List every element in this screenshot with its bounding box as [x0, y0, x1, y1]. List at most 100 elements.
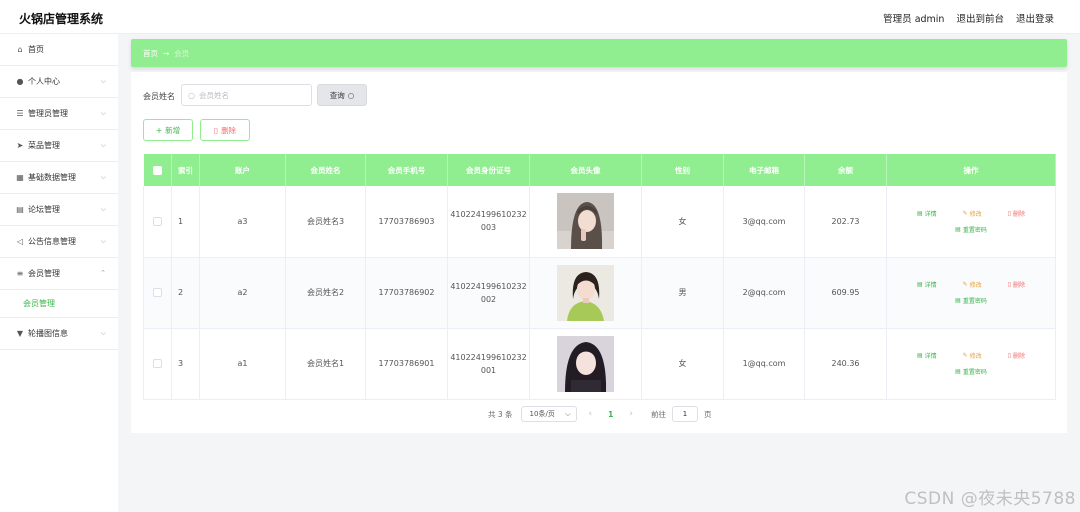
- main-panel: 会员姓名 ○ 会员姓名 查询 ○ + 新增 ▯ 删除 索引 账户 会员姓名 会员…: [131, 72, 1067, 433]
- cell-account: a2: [199, 257, 286, 329]
- cell-index: 2: [171, 257, 200, 329]
- delete-button[interactable]: ▯ 删除: [200, 119, 250, 141]
- breadcrumb-current: 会员: [174, 48, 190, 58]
- sidebar-item-label: 轮播图信息: [28, 329, 68, 338]
- edit-button[interactable]: ✎ 修改: [963, 280, 982, 289]
- member-table: 索引 账户 会员姓名 会员手机号 会员身份证号 会员头像 性别 电子邮箱 余额 …: [143, 154, 1056, 400]
- detail-button[interactable]: ▤ 详情: [917, 280, 937, 289]
- cell-phone: 17703786901: [365, 328, 448, 400]
- logout-link[interactable]: 退出登录: [1016, 11, 1054, 25]
- doc-icon: ▤: [916, 281, 923, 288]
- reset-password-button[interactable]: ▤ 重置密码: [955, 296, 987, 305]
- row-checkbox[interactable]: [153, 359, 162, 368]
- detail-button[interactable]: ▤ 详情: [917, 351, 937, 360]
- cell-phone: 17703786903: [365, 186, 448, 258]
- row-checkbox[interactable]: [153, 216, 162, 226]
- id-number-line: 003: [480, 223, 497, 233]
- cell-account: a1: [199, 328, 286, 400]
- goto-page-input[interactable]: 1: [671, 406, 698, 422]
- reset-label: 重置密码: [962, 226, 987, 234]
- sidebar-item-dishes[interactable]: ➤ 菜品管理 ⌵: [0, 130, 118, 162]
- edit-label: 修改: [969, 282, 982, 289]
- table-header-cell: 电子邮箱: [723, 154, 805, 186]
- next-page-button[interactable]: ›: [623, 409, 639, 419]
- sidebar-item-personal[interactable]: ● 个人中心 ⌵: [0, 66, 118, 98]
- reset-password-button[interactable]: ▤ 重置密码: [955, 225, 987, 234]
- table-header-cell: 会员姓名: [285, 154, 366, 186]
- sidebar-item-carousel[interactable]: ▼ 轮播图信息 ⌵: [0, 318, 118, 350]
- table-header-cell: 余额: [804, 154, 887, 186]
- sidebar-item-members[interactable]: ≡ 会员管理 ⌃: [0, 258, 118, 290]
- cell-account: a3: [199, 186, 286, 258]
- search-icon: ○: [347, 90, 355, 100]
- sidebar: ⌂ 首页 ● 个人中心 ⌵ ☰ 管理员管理 ⌵ ➤ 菜品管理 ⌵ ▦ 基础数据管…: [0, 34, 118, 512]
- prev-page-button[interactable]: ‹: [583, 409, 599, 419]
- edit-button[interactable]: ✎ 修改: [963, 351, 982, 360]
- detail-label: 详情: [924, 353, 937, 360]
- row-delete-button[interactable]: ▯ 删除: [1008, 209, 1025, 218]
- breadcrumb-home[interactable]: 首页: [143, 48, 158, 59]
- pencil-icon: ✎: [962, 352, 968, 359]
- delete-label: 删除: [1013, 282, 1026, 289]
- table-header-row: 索引 账户 会员姓名 会员手机号 会员身份证号 会员头像 性别 电子邮箱 余额 …: [143, 154, 1056, 186]
- delete-label: 删除: [1013, 210, 1026, 218]
- page-number[interactable]: 1: [604, 410, 617, 419]
- cell-balance: 202.73: [804, 186, 887, 258]
- search-input[interactable]: ○ 会员姓名: [181, 84, 312, 106]
- cell-balance: 609.95: [804, 257, 887, 329]
- cell-gender: 女: [641, 186, 724, 258]
- member-avatar[interactable]: [557, 193, 614, 250]
- query-button[interactable]: 查询 ○: [317, 84, 367, 106]
- sidebar-item-label: 菜品管理: [28, 141, 60, 150]
- delete-button-label: 删除: [221, 125, 237, 135]
- select-all-checkbox[interactable]: [152, 165, 162, 175]
- pagination: 共 3 条 10条/页 ⌵ ‹ 1 › 前往 1 页: [488, 406, 711, 422]
- chevron-down-icon: ⌵: [100, 205, 106, 213]
- user-icon: ●: [16, 77, 24, 86]
- table-header-cell: 会员手机号: [365, 154, 448, 186]
- table-header-cell: 性别: [641, 154, 724, 186]
- detail-label: 详情: [924, 282, 937, 289]
- table-row: 3 a1 会员姓名1 17703786901 410224199610232 0…: [143, 328, 1056, 400]
- row-select[interactable]: [143, 186, 172, 258]
- table-header-select[interactable]: [143, 154, 172, 186]
- reset-label: 重置密码: [962, 298, 987, 305]
- add-button[interactable]: + 新增: [143, 119, 193, 141]
- chevron-down-icon: ⌵: [100, 109, 106, 117]
- pencil-icon: ✎: [962, 281, 968, 288]
- table-header-cell: 账户: [199, 154, 286, 186]
- detail-button[interactable]: ▤ 详情: [917, 209, 937, 218]
- sidebar-item-home[interactable]: ⌂ 首页: [0, 34, 118, 66]
- sidebar-item-label: 基础数据管理: [28, 173, 76, 182]
- reset-password-button[interactable]: ▤ 重置密码: [955, 367, 987, 376]
- cell-name: 会员姓名2: [285, 257, 366, 329]
- row-delete-button[interactable]: ▯ 删除: [1008, 280, 1025, 289]
- row-select[interactable]: [143, 257, 172, 329]
- chevron-down-icon: ⌵: [100, 237, 106, 245]
- sidebar-item-label: 首页: [28, 45, 44, 54]
- edit-button[interactable]: ✎ 修改: [963, 209, 982, 218]
- row-select[interactable]: [143, 328, 172, 400]
- cell-index: 1: [171, 186, 200, 258]
- member-avatar[interactable]: [557, 264, 614, 321]
- exit-to-front-link[interactable]: 退出到前台: [956, 11, 1004, 25]
- cell-balance: 240.36: [804, 328, 887, 400]
- sidebar-item-admin[interactable]: ☰ 管理员管理 ⌵: [0, 98, 118, 130]
- row-delete-button[interactable]: ▯ 删除: [1008, 351, 1025, 360]
- cell-ops: ▤ 详情 ✎ 修改 ▯ 删除 ▤ 重置密码: [886, 328, 1056, 400]
- sidebar-subitem-member-manage[interactable]: 会员管理: [0, 290, 118, 318]
- search-placeholder: 会员姓名: [198, 90, 229, 100]
- row-checkbox[interactable]: [153, 288, 162, 297]
- member-avatar[interactable]: [557, 335, 614, 392]
- sidebar-item-forum[interactable]: ▤ 论坛管理 ⌵: [0, 194, 118, 226]
- trash-icon: ▯: [1007, 209, 1012, 217]
- cell-gender: 女: [641, 328, 724, 400]
- sidebar-item-announce[interactable]: ◁ 公告信息管理 ⌵: [0, 226, 118, 258]
- doc-icon: ▤: [916, 352, 923, 359]
- chevron-down-icon: ⌵: [565, 409, 571, 418]
- page-unit-label: 页: [703, 409, 712, 419]
- page-size-select[interactable]: 10条/页 ⌵: [520, 406, 577, 422]
- sidebar-item-base-data[interactable]: ▦ 基础数据管理 ⌵: [0, 162, 118, 194]
- cell-id-number: 410224199610232 003: [447, 186, 530, 258]
- table-row: 1 a3 会员姓名3 17703786903 410224199610232 0…: [143, 186, 1056, 258]
